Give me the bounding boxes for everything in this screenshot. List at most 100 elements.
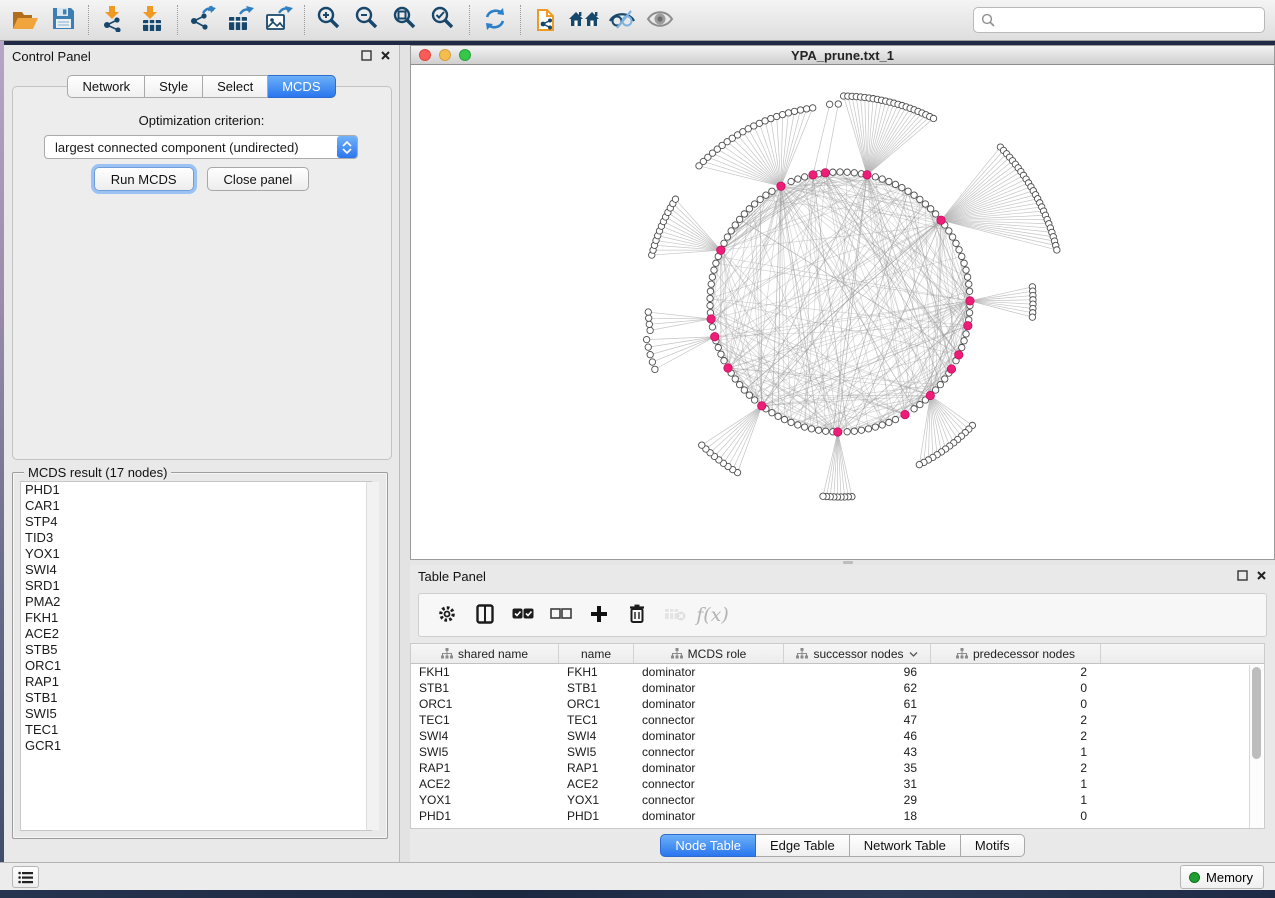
network-node[interactable] [953,240,959,246]
network-node[interactable] [736,216,742,222]
network-node[interactable] [966,310,972,316]
network-node[interactable] [911,406,917,412]
network-node[interactable] [785,110,791,116]
network-node[interactable] [917,196,923,202]
network-node[interactable] [820,493,826,499]
network-node[interactable] [835,101,841,107]
mcds-result-item[interactable]: PMA2 [21,594,371,610]
network-node[interactable] [791,108,797,114]
float-panel-icon[interactable] [361,50,372,61]
tab-select[interactable]: Select [203,75,268,98]
table-settings-button[interactable] [431,598,462,632]
network-node[interactable] [769,410,775,416]
zoom-in-button[interactable] [311,3,349,37]
memory-button[interactable]: Memory [1180,865,1264,889]
mcds-hub-node[interactable] [711,333,719,341]
mcds-result-item[interactable]: FKH1 [21,610,371,626]
table-row[interactable]: FKH1FKH1dominator962 [411,664,1264,680]
network-node[interactable] [942,376,948,382]
mcds-hub-node[interactable] [809,171,817,179]
network-node[interactable] [732,376,738,382]
close-panel-icon[interactable] [380,50,391,61]
network-node[interactable] [826,101,832,107]
network-node[interactable] [917,401,923,407]
mcds-result-item[interactable]: SRD1 [21,578,371,594]
network-node[interactable] [966,281,972,287]
network-node[interactable] [837,169,843,175]
close-table-panel-icon[interactable] [1256,570,1267,581]
table-row[interactable]: ACE2ACE2connector311 [411,776,1264,792]
network-node[interactable] [858,427,864,433]
network-node[interactable] [930,115,936,121]
network-node[interactable] [741,211,747,217]
network-window-titlebar[interactable]: YPA_prune.txt_1 [410,45,1275,65]
mcds-result-item[interactable]: GCR1 [21,738,371,754]
network-node[interactable] [927,206,933,212]
show-eye-button[interactable] [641,3,679,37]
export-network-button[interactable] [184,3,222,37]
network-node[interactable] [775,413,781,419]
column-visibility-button[interactable] [469,598,500,632]
tab-motifs[interactable]: Motifs [961,834,1025,857]
network-node[interactable] [652,366,658,372]
mcds-hub-node[interactable] [717,246,725,254]
network-node[interactable] [715,344,721,350]
network-node[interactable] [899,184,905,190]
network-node[interactable] [699,442,705,448]
network-node[interactable] [932,211,938,217]
network-node[interactable] [728,228,734,234]
table-row[interactable]: PHD1PHD1dominator180 [411,808,1264,824]
column-header-name[interactable]: name [559,644,634,663]
network-node[interactable] [711,267,717,273]
task-history-button[interactable] [12,866,39,888]
network-node[interactable] [964,274,970,280]
mcds-result-item[interactable]: SWI4 [21,562,371,578]
network-node[interactable] [966,288,972,294]
network-node[interactable] [751,397,757,403]
network-node[interactable] [851,428,857,434]
mcds-hub-node[interactable] [937,216,945,224]
network-node[interactable] [872,424,878,430]
network-node[interactable] [916,461,922,467]
add-column-button[interactable] [583,598,614,632]
float-table-panel-icon[interactable] [1237,570,1248,581]
network-node[interactable] [645,344,651,350]
mcds-hub-node[interactable] [707,315,715,323]
zoom-out-button[interactable] [349,3,387,37]
close-panel-button[interactable]: Close panel [207,167,310,191]
mcds-result-item[interactable]: STP4 [21,514,371,530]
home-button[interactable] [565,3,603,37]
network-node[interactable] [647,351,653,357]
network-node[interactable] [865,426,871,432]
network-node[interactable] [781,416,787,422]
export-table-button[interactable] [222,3,260,37]
network-node[interactable] [808,426,814,432]
mcds-result-list[interactable]: PHD1CAR1STP4TID3YOX1SWI4SRD1PMA2FKH1ACE2… [20,481,372,831]
table-row[interactable]: SWI5SWI5connector431 [411,744,1264,760]
network-node[interactable] [672,196,678,202]
table-scrollbar-thumb[interactable] [1252,667,1261,759]
mcds-hub-node[interactable] [834,428,842,436]
network-node[interactable] [788,178,794,184]
mcds-hub-node[interactable] [966,297,974,305]
network-node[interactable] [773,113,779,119]
network-node[interactable] [879,422,885,428]
network-node[interactable] [649,359,655,365]
network-node[interactable] [886,419,892,425]
mcds-result-item[interactable]: YOX1 [21,546,371,562]
run-mcds-button[interactable]: Run MCDS [94,167,194,191]
network-node[interactable] [709,324,715,330]
network-node[interactable] [905,188,911,194]
network-node[interactable] [949,234,955,240]
mcds-result-item[interactable]: TID3 [21,530,371,546]
network-node[interactable] [879,176,885,182]
network-node[interactable] [922,201,928,207]
network-node[interactable] [872,174,878,180]
network-node[interactable] [892,416,898,422]
table-scrollbar[interactable] [1249,665,1263,828]
network-node[interactable] [707,295,713,301]
network-node[interactable] [769,188,775,194]
network-node[interactable] [956,247,962,253]
network-node[interactable] [803,106,809,112]
tab-network-table[interactable]: Network Table [850,834,961,857]
